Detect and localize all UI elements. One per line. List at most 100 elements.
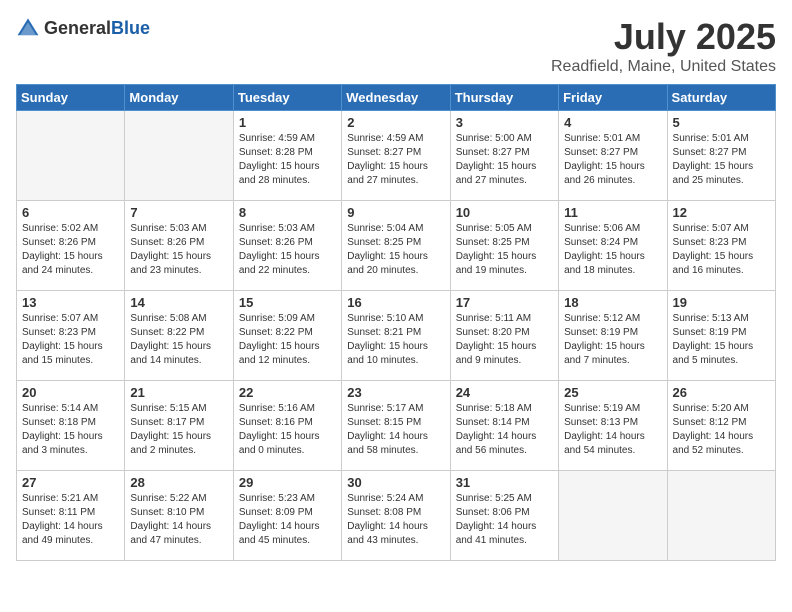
- day-detail: Sunrise: 5:16 AMSunset: 8:16 PMDaylight:…: [239, 402, 336, 458]
- day-detail: Sunrise: 5:07 AMSunset: 8:23 PMDaylight:…: [22, 312, 119, 368]
- day-number: 1: [239, 115, 336, 130]
- day-number: 25: [564, 385, 661, 400]
- calendar-cell: 12 Sunrise: 5:07 AMSunset: 8:23 PMDayligh…: [667, 201, 775, 291]
- day-number: 11: [564, 205, 661, 220]
- calendar-cell: 7 Sunrise: 5:03 AMSunset: 8:26 PMDaylight…: [125, 201, 233, 291]
- weekday-header-row: SundayMondayTuesdayWednesdayThursdayFrid…: [17, 85, 776, 111]
- day-number: 2: [347, 115, 444, 130]
- day-number: 30: [347, 475, 444, 490]
- day-number: 14: [130, 295, 227, 310]
- week-row-1: 1 Sunrise: 4:59 AMSunset: 8:28 PMDaylight…: [17, 111, 776, 201]
- day-number: 19: [673, 295, 770, 310]
- calendar-cell: 6Sunrise: 5:02 AMSunset: 8:26 PMDaylight…: [17, 201, 125, 291]
- day-detail: Sunrise: 5:01 AMSunset: 8:27 PMDaylight:…: [564, 132, 661, 188]
- week-row-5: 27 Sunrise: 5:21 AMSunset: 8:11 PMDayligh…: [17, 471, 776, 561]
- day-detail: Sunrise: 5:01 AMSunset: 8:27 PMDaylight:…: [673, 132, 770, 188]
- day-number: 13: [22, 295, 119, 310]
- day-detail: Sunrise: 4:59 AMSunset: 8:27 PMDaylight:…: [347, 132, 444, 188]
- day-number: 16: [347, 295, 444, 310]
- day-detail: Sunrise: 5:13 AMSunset: 8:19 PMDaylight:…: [673, 312, 770, 368]
- calendar-cell: 20Sunrise: 5:14 AMSunset: 8:18 PMDayligh…: [17, 381, 125, 471]
- calendar-cell: 25Sunrise: 5:19 AMSunset: 8:13 PMDayligh…: [559, 381, 667, 471]
- title-block: July 2025 Readfield, Maine, United State…: [551, 16, 776, 76]
- calendar-cell: 15Sunrise: 5:09 AMSunset: 8:22 PMDayligh…: [233, 291, 341, 381]
- day-number: 20: [22, 385, 119, 400]
- weekday-header-saturday: Saturday: [667, 85, 775, 111]
- calendar-cell: 24 Sunrise: 5:18 AMSunset: 8:14 PMDayligh…: [450, 381, 558, 471]
- calendar-cell: 22 Sunrise: 5:16 AMSunset: 8:16 PMDayligh…: [233, 381, 341, 471]
- calendar-table: SundayMondayTuesdayWednesdayThursdayFrid…: [16, 84, 776, 561]
- logo-general: General: [44, 18, 111, 38]
- calendar-cell: 18 Sunrise: 5:12 AMSunset: 8:19 PMDayligh…: [559, 291, 667, 381]
- calendar-cell: 28Sunrise: 5:22 AMSunset: 8:10 PMDayligh…: [125, 471, 233, 561]
- weekday-header-friday: Friday: [559, 85, 667, 111]
- day-detail: Sunrise: 5:07 AMSunset: 8:23 PMDaylight:…: [673, 222, 770, 278]
- day-number: 28: [130, 475, 227, 490]
- day-detail: Sunrise: 5:11 AMSunset: 8:20 PMDaylight:…: [456, 312, 553, 368]
- calendar-cell: 2 Sunrise: 4:59 AMSunset: 8:27 PMDaylight…: [342, 111, 450, 201]
- week-row-2: 6Sunrise: 5:02 AMSunset: 8:26 PMDaylight…: [17, 201, 776, 291]
- day-detail: Sunrise: 5:10 AMSunset: 8:21 PMDaylight:…: [347, 312, 444, 368]
- calendar-cell: 8 Sunrise: 5:03 AMSunset: 8:26 PMDaylight…: [233, 201, 341, 291]
- day-number: 22: [239, 385, 336, 400]
- calendar-cell: 11Sunrise: 5:06 AMSunset: 8:24 PMDayligh…: [559, 201, 667, 291]
- calendar-cell: 26 Sunrise: 5:20 AMSunset: 8:12 PMDayligh…: [667, 381, 775, 471]
- day-detail: Sunrise: 5:03 AMSunset: 8:26 PMDaylight:…: [239, 222, 336, 278]
- day-number: 27: [22, 475, 119, 490]
- weekday-header-thursday: Thursday: [450, 85, 558, 111]
- week-row-4: 20Sunrise: 5:14 AMSunset: 8:18 PMDayligh…: [17, 381, 776, 471]
- calendar-cell: 31Sunrise: 5:25 AMSunset: 8:06 PMDayligh…: [450, 471, 558, 561]
- day-detail: Sunrise: 5:12 AMSunset: 8:19 PMDaylight:…: [564, 312, 661, 368]
- day-number: 12: [673, 205, 770, 220]
- day-number: 7: [130, 205, 227, 220]
- weekday-header-monday: Monday: [125, 85, 233, 111]
- day-number: 26: [673, 385, 770, 400]
- calendar-cell: 30 Sunrise: 5:24 AMSunset: 8:08 PMDayligh…: [342, 471, 450, 561]
- day-number: 8: [239, 205, 336, 220]
- weekday-header-tuesday: Tuesday: [233, 85, 341, 111]
- day-detail: Sunrise: 5:09 AMSunset: 8:22 PMDaylight:…: [239, 312, 336, 368]
- calendar-cell: 1 Sunrise: 4:59 AMSunset: 8:28 PMDaylight…: [233, 111, 341, 201]
- day-detail: Sunrise: 5:15 AMSunset: 8:17 PMDaylight:…: [130, 402, 227, 458]
- day-number: 17: [456, 295, 553, 310]
- day-detail: Sunrise: 5:23 AMSunset: 8:09 PMDaylight:…: [239, 492, 336, 548]
- week-row-3: 13 Sunrise: 5:07 AMSunset: 8:23 PMDayligh…: [17, 291, 776, 381]
- day-number: 24: [456, 385, 553, 400]
- day-number: 23: [347, 385, 444, 400]
- day-detail: Sunrise: 4:59 AMSunset: 8:28 PMDaylight:…: [239, 132, 336, 188]
- logo-blue: Blue: [111, 18, 150, 38]
- day-detail: Sunrise: 5:24 AMSunset: 8:08 PMDaylight:…: [347, 492, 444, 548]
- calendar-cell: 21Sunrise: 5:15 AMSunset: 8:17 PMDayligh…: [125, 381, 233, 471]
- logo: GeneralBlue: [16, 16, 150, 40]
- calendar-cell: 23Sunrise: 5:17 AMSunset: 8:15 PMDayligh…: [342, 381, 450, 471]
- day-detail: Sunrise: 5:25 AMSunset: 8:06 PMDaylight:…: [456, 492, 553, 548]
- calendar-cell: [17, 111, 125, 201]
- calendar-cell: 19 Sunrise: 5:13 AMSunset: 8:19 PMDayligh…: [667, 291, 775, 381]
- calendar-cell: 17 Sunrise: 5:11 AMSunset: 8:20 PMDayligh…: [450, 291, 558, 381]
- calendar-cell: 29 Sunrise: 5:23 AMSunset: 8:09 PMDayligh…: [233, 471, 341, 561]
- day-number: 4: [564, 115, 661, 130]
- day-detail: Sunrise: 5:08 AMSunset: 8:22 PMDaylight:…: [130, 312, 227, 368]
- page-header: GeneralBlue July 2025 Readfield, Maine, …: [16, 16, 776, 76]
- calendar-cell: [667, 471, 775, 561]
- month-title: July 2025: [551, 16, 776, 58]
- day-number: 5: [673, 115, 770, 130]
- day-detail: Sunrise: 5:21 AMSunset: 8:11 PMDaylight:…: [22, 492, 119, 548]
- day-number: 18: [564, 295, 661, 310]
- calendar-cell: [559, 471, 667, 561]
- day-detail: Sunrise: 5:04 AMSunset: 8:25 PMDaylight:…: [347, 222, 444, 278]
- location-title: Readfield, Maine, United States: [551, 58, 776, 76]
- day-number: 29: [239, 475, 336, 490]
- day-detail: Sunrise: 5:03 AMSunset: 8:26 PMDaylight:…: [130, 222, 227, 278]
- day-detail: Sunrise: 5:20 AMSunset: 8:12 PMDaylight:…: [673, 402, 770, 458]
- calendar-cell: 14 Sunrise: 5:08 AMSunset: 8:22 PMDayligh…: [125, 291, 233, 381]
- calendar-cell: 27 Sunrise: 5:21 AMSunset: 8:11 PMDayligh…: [17, 471, 125, 561]
- weekday-header-wednesday: Wednesday: [342, 85, 450, 111]
- calendar-cell: 4 Sunrise: 5:01 AMSunset: 8:27 PMDaylight…: [559, 111, 667, 201]
- day-number: 3: [456, 115, 553, 130]
- day-number: 6: [22, 205, 119, 220]
- calendar-cell: [125, 111, 233, 201]
- calendar-cell: 13 Sunrise: 5:07 AMSunset: 8:23 PMDayligh…: [17, 291, 125, 381]
- day-number: 9: [347, 205, 444, 220]
- day-detail: Sunrise: 5:18 AMSunset: 8:14 PMDaylight:…: [456, 402, 553, 458]
